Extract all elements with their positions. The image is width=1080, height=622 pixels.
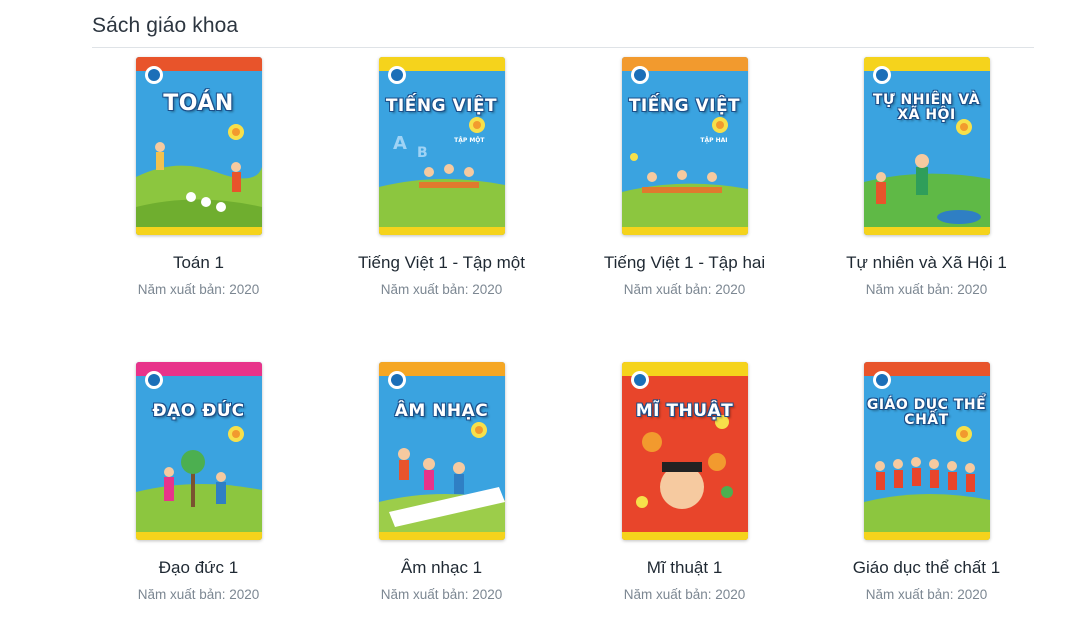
book-cover-art [621, 57, 748, 235]
book-cover-art [135, 57, 262, 235]
book-card-tu-nhien-va-xa-hoi-1[interactable]: TỰ NHIÊN VÀ XÃ HỘI Tự nhiên và Xã Hội 1 … [805, 57, 1048, 297]
book-title[interactable]: Âm nhạc 1 [320, 558, 563, 578]
book-card-tieng-viet-1-tap-mot[interactable]: A B TIẾNG VIỆT TẬP MỘT Tiếng Việt 1 - Tậ… [320, 57, 563, 297]
book-year: Năm xuất bản: 2020 [865, 282, 988, 297]
book-grid: TOÁN Toán 1 Năm xuất bản: 2020 A B TIẾNG… [0, 0, 1080, 622]
book-card-mi-thuat-1[interactable]: MĨ THUẬT Mĩ thuật 1 Năm xuất bản: 2020 [563, 362, 806, 602]
book-cover-art [135, 362, 262, 540]
book-cover-subtitle: TẬP MỘT [454, 137, 485, 144]
book-cover-art [863, 57, 990, 235]
book-year: Năm xuất bản: 2020 [623, 282, 746, 297]
book-year: Năm xuất bản: 2020 [865, 587, 988, 602]
book-title[interactable]: Mĩ thuật 1 [563, 558, 806, 578]
book-year: Năm xuất bản: 2020 [380, 282, 503, 297]
book-title[interactable]: Tự nhiên và Xã Hội 1 [805, 253, 1048, 273]
book-cover-art: A B [378, 57, 505, 235]
book-cover-art [378, 362, 505, 540]
book-year: Năm xuất bản: 2020 [380, 587, 503, 602]
book-cover[interactable]: TIẾNG VIỆT TẬP HAI [621, 57, 748, 235]
book-title[interactable]: Đạo đức 1 [77, 558, 320, 578]
book-cover[interactable]: ÂM NHẠC [378, 362, 505, 540]
book-cover[interactable]: TỰ NHIÊN VÀ XÃ HỘI [863, 57, 990, 235]
book-card-tieng-viet-1-tap-hai[interactable]: TIẾNG VIỆT TẬP HAI Tiếng Việt 1 - Tập ha… [563, 57, 806, 297]
book-cover[interactable]: MĨ THUẬT [621, 362, 748, 540]
book-cover-subtitle: TẬP HAI [700, 137, 728, 144]
book-year: Năm xuất bản: 2020 [137, 587, 260, 602]
book-card-giao-duc-the-chat-1[interactable]: GIÁO DỤC THỂ CHẤT Giáo dục thể chất 1 Nă… [805, 362, 1048, 602]
book-card-am-nhac-1[interactable]: ÂM NHẠC Âm nhạc 1 Năm xuất bản: 2020 [320, 362, 563, 602]
book-cover-art [863, 362, 990, 540]
book-title[interactable]: Tiếng Việt 1 - Tập hai [563, 253, 806, 273]
book-title[interactable]: Toán 1 [77, 253, 320, 273]
book-cover[interactable]: ĐẠO ĐỨC [135, 362, 262, 540]
book-year: Năm xuất bản: 2020 [623, 587, 746, 602]
book-year: Năm xuất bản: 2020 [137, 282, 260, 297]
book-cover[interactable]: A B TIẾNG VIỆT TẬP MỘT [378, 57, 505, 235]
book-title[interactable]: Giáo dục thể chất 1 [805, 558, 1048, 578]
book-cover-art [621, 362, 748, 540]
book-card-toan-1[interactable]: TOÁN Toán 1 Năm xuất bản: 2020 [77, 57, 320, 297]
book-card-dao-duc-1[interactable]: ĐẠO ĐỨC Đạo đức 1 Năm xuất bản: 2020 [77, 362, 320, 602]
svg-text:B: B [417, 145, 428, 161]
book-title[interactable]: Tiếng Việt 1 - Tập một [320, 253, 563, 273]
book-cover[interactable]: TOÁN [135, 57, 262, 235]
book-cover[interactable]: GIÁO DỤC THỂ CHẤT [863, 362, 990, 540]
